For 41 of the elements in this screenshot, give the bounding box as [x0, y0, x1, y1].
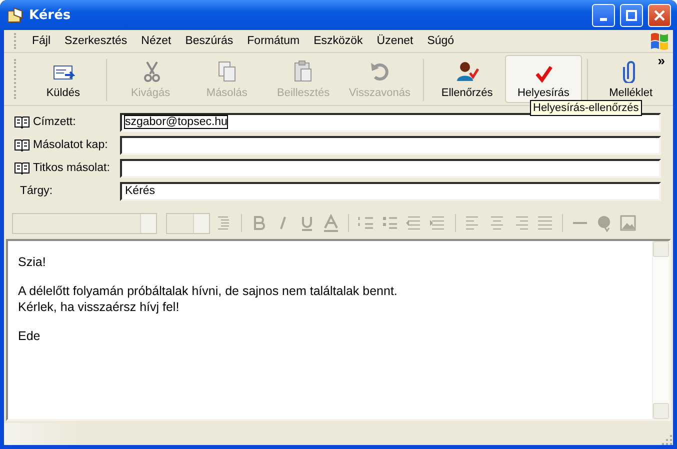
- input-field[interactable]: [120, 136, 661, 154]
- field-label: Másolatot kap:: [33, 139, 108, 151]
- input-field[interactable]: szgabor@topsec.hu: [120, 112, 661, 132]
- menu-item[interactable]: Üzenet: [370, 33, 420, 49]
- body-text: Szia!: [18, 255, 47, 269]
- body-text: Kérlek, ha visszaérsz hívj fel!: [18, 300, 180, 314]
- minimize-button[interactable]: [592, 4, 615, 26]
- address-book-icon[interactable]: [14, 138, 30, 152]
- maximize-icon: [626, 10, 637, 20]
- tooltip: Helyesírás-ellenőrzés: [530, 100, 642, 116]
- menu-item[interactable]: Nézet: [134, 33, 178, 49]
- menu-item[interactable]: Fájl: [25, 33, 58, 49]
- body-text: A délelőtt folyamán próbáltalak hívni, de sajnos nem találtalak bennt.: [18, 284, 398, 298]
- maximize-button[interactable]: [620, 4, 643, 26]
- body-text: Ede: [18, 329, 42, 343]
- menu-item[interactable]: Szerkesztés: [58, 33, 134, 49]
- toolbar-button[interactable]: Ellenőrzés: [428, 55, 506, 103]
- toolbar-button[interactable]: Helyesírás: [505, 55, 582, 103]
- input-field[interactable]: Kérés: [120, 182, 661, 200]
- person-check-icon: [455, 59, 480, 83]
- menu-item[interactable]: Beszúrás: [178, 33, 240, 49]
- field-label: Tárgy:: [20, 185, 53, 197]
- windows-logo-icon: [649, 31, 671, 51]
- address-book-icon[interactable]: [14, 161, 30, 175]
- input-field[interactable]: [120, 158, 661, 178]
- window-title: Kérés: [29, 8, 72, 22]
- compose-icon: [6, 6, 24, 24]
- scrollbar[interactable]: [652, 241, 669, 419]
- close-icon: [654, 10, 665, 20]
- menu-item[interactable]: Formátum: [240, 33, 307, 49]
- field-label: Titkos másolat:: [33, 162, 110, 174]
- address-book-icon[interactable]: [14, 115, 30, 129]
- menu-item[interactable]: Eszközök: [306, 33, 370, 49]
- font-color-icon[interactable]: [321, 213, 341, 233]
- more-chevron[interactable]: »: [658, 53, 665, 68]
- image-icon[interactable]: [618, 213, 638, 233]
- field-label: Címzett:: [33, 116, 76, 128]
- close-button[interactable]: [648, 4, 671, 26]
- menu-item[interactable]: Súgó: [420, 33, 462, 49]
- toolbar-button[interactable]: Küldés: [24, 55, 102, 103]
- minimize-icon: [600, 18, 607, 20]
